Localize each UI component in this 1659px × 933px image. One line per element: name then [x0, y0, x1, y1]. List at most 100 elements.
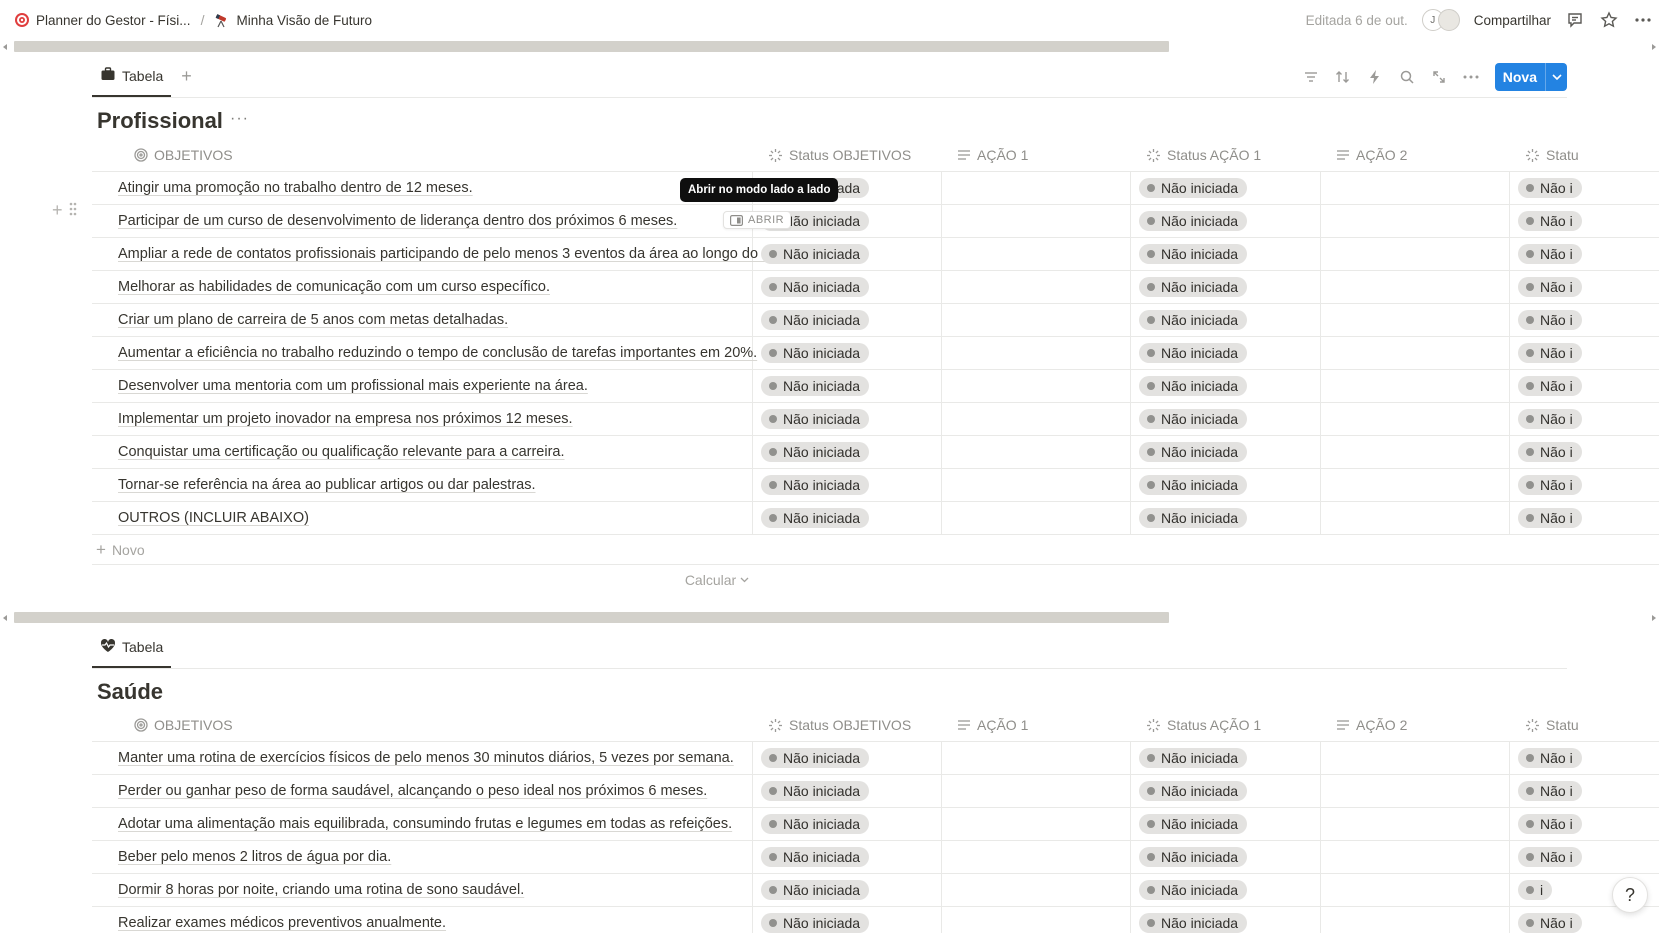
cell-status-acao2[interactable]: Não i	[1510, 907, 1582, 933]
scroll-right-arrow[interactable]	[1652, 615, 1656, 621]
lightning-icon[interactable]	[1367, 69, 1383, 85]
cell-status-acao1[interactable]: Não iniciada	[1131, 370, 1248, 402]
cell-status-acao1[interactable]: Não iniciada	[1131, 238, 1248, 270]
table-row[interactable]: Participar de um curso de desenvolviment…	[92, 205, 1659, 238]
cell-status-objetivos[interactable]: Não iniciada	[753, 370, 870, 402]
column-header-status-objetivos[interactable]: Status OBJETIVOS	[760, 708, 911, 742]
section-title[interactable]: Profissional	[97, 108, 223, 134]
column-header-status-acao2[interactable]: Statu	[1517, 138, 1579, 172]
table-row[interactable]: Tornar-se referência na área ao publicar…	[92, 469, 1659, 502]
horizontal-scrollbar[interactable]	[0, 611, 1659, 625]
table-row[interactable]: Beber pelo menos 2 litros de água por di…	[92, 841, 1659, 874]
scrollbar-thumb[interactable]	[14, 612, 1169, 623]
avatar-group[interactable]: J	[1421, 9, 1460, 31]
cell-status-objetivos[interactable]: Não iniciada	[753, 238, 870, 270]
cell-status-acao1[interactable]: Não iniciada	[1131, 874, 1248, 906]
cell-status-objetivos[interactable]: Não iniciada	[753, 469, 870, 501]
cell-objetivo[interactable]: Ampliar a rede de contatos profissionais…	[110, 238, 790, 270]
expand-icon[interactable]	[1431, 69, 1447, 85]
cell-objetivo[interactable]: Melhorar as habilidades de comunicação c…	[110, 271, 550, 303]
calculate-button[interactable]: Calcular	[92, 565, 1342, 595]
breadcrumb-item-planner[interactable]: Planner do Gestor - Físi...	[14, 12, 191, 28]
cell-status-acao1[interactable]: Não iniciada	[1131, 907, 1248, 933]
cell-objetivo[interactable]: Atingir uma promoção no trabalho dentro …	[110, 172, 473, 204]
section-title[interactable]: Saúde	[97, 679, 163, 705]
column-header-acao2[interactable]: AÇÃO 2	[1328, 138, 1407, 172]
scroll-right-arrow[interactable]	[1652, 44, 1656, 50]
comment-icon[interactable]	[1565, 10, 1585, 30]
table-row[interactable]: Ampliar a rede de contatos profissionais…	[92, 238, 1659, 271]
cell-status-acao1[interactable]: Não iniciada	[1131, 841, 1248, 873]
cell-objetivo[interactable]: Dormir 8 horas por noite, criando uma ro…	[110, 874, 524, 906]
cell-objetivo[interactable]: Manter uma rotina de exercícios físicos …	[110, 742, 734, 774]
table-row[interactable]: Atingir uma promoção no trabalho dentro …	[92, 172, 1659, 205]
cell-objetivo[interactable]: Tornar-se referência na área ao publicar…	[110, 469, 536, 501]
new-button[interactable]: Nova	[1494, 63, 1567, 91]
cell-status-acao1[interactable]: Não iniciada	[1131, 304, 1248, 336]
cell-objetivo[interactable]: Participar de um curso de desenvolviment…	[110, 205, 677, 237]
cell-status-objetivos[interactable]: Não iniciada	[753, 742, 870, 774]
column-header-status-acao1[interactable]: Status AÇÃO 1	[1138, 708, 1261, 742]
cell-status-acao2[interactable]: Não i	[1510, 172, 1582, 204]
sort-icon[interactable]	[1335, 69, 1351, 85]
column-header-acao1[interactable]: AÇÃO 1	[949, 138, 1028, 172]
cell-objetivo[interactable]: Perder ou ganhar peso de forma saudável,…	[110, 775, 707, 807]
cell-status-acao1[interactable]: Não iniciada	[1131, 502, 1248, 534]
table-row[interactable]: Aumentar a eficiência no trabalho reduzi…	[92, 337, 1659, 370]
breadcrumb-item-visao[interactable]: Minha Visão de Futuro	[214, 12, 372, 28]
cell-status-acao1[interactable]: Não iniciada	[1131, 271, 1248, 303]
cell-status-acao2[interactable]: Não i	[1510, 238, 1582, 270]
cell-status-acao2[interactable]: Não i	[1510, 469, 1582, 501]
column-header-acao1[interactable]: AÇÃO 1	[949, 708, 1028, 742]
cell-status-acao2[interactable]: Não i	[1510, 304, 1582, 336]
cell-status-objetivos[interactable]: Não iniciada	[753, 337, 870, 369]
table-row[interactable]: Manter uma rotina de exercícios físicos …	[92, 742, 1659, 775]
cell-objetivo[interactable]: Conquistar uma certificação ou qualifica…	[110, 436, 565, 468]
cell-status-acao1[interactable]: Não iniciada	[1131, 337, 1248, 369]
open-side-peek-button[interactable]: ABRIR	[723, 211, 792, 229]
scroll-left-arrow[interactable]	[3, 44, 7, 50]
share-button[interactable]: Compartilhar	[1474, 13, 1551, 28]
cell-status-acao2[interactable]: Não i	[1510, 205, 1582, 237]
table-row[interactable]: Implementar um projeto inovador na empre…	[92, 403, 1659, 436]
cell-status-acao2[interactable]: Não i	[1510, 436, 1582, 468]
star-icon[interactable]	[1599, 10, 1619, 30]
table-row[interactable]: Desenvolver uma mentoria com um profissi…	[92, 370, 1659, 403]
column-header-status-acao1[interactable]: Status AÇÃO 1	[1138, 138, 1261, 172]
more-icon[interactable]	[1463, 69, 1479, 85]
cell-objetivo[interactable]: Desenvolver uma mentoria com um profissi…	[110, 370, 588, 402]
add-row-button[interactable]: + Novo	[92, 535, 1659, 565]
filter-icon[interactable]	[1303, 69, 1319, 85]
column-header-acao2[interactable]: AÇÃO 2	[1328, 708, 1407, 742]
cell-status-acao1[interactable]: Não iniciada	[1131, 403, 1248, 435]
view-tab-tabela[interactable]: Tabela	[92, 56, 172, 97]
cell-status-objetivos[interactable]: Não iniciada	[753, 775, 870, 807]
cell-objetivo[interactable]: Beber pelo menos 2 litros de água por di…	[110, 841, 391, 873]
scrollbar-thumb[interactable]	[14, 41, 1169, 52]
cell-status-objetivos[interactable]: Não iniciada	[753, 808, 870, 840]
table-row[interactable]: Perder ou ganhar peso de forma saudável,…	[92, 775, 1659, 808]
table-row[interactable]: Dormir 8 horas por noite, criando uma ro…	[92, 874, 1659, 907]
cell-objetivo[interactable]: Aumentar a eficiência no trabalho reduzi…	[110, 337, 757, 369]
column-header-objetivos[interactable]: OBJETIVOS	[126, 708, 233, 742]
more-icon[interactable]	[1633, 10, 1653, 30]
cell-status-objetivos[interactable]: Não iniciada	[753, 304, 870, 336]
section-more-button[interactable]: ···	[230, 110, 249, 128]
cell-status-objetivos[interactable]: Não iniciada	[753, 436, 870, 468]
chevron-down-icon[interactable]	[1545, 63, 1567, 91]
help-button[interactable]: ?	[1612, 877, 1648, 913]
cell-status-objetivos[interactable]: Não iniciada	[753, 271, 870, 303]
cell-status-acao2[interactable]: Não i	[1510, 337, 1582, 369]
cell-status-acao1[interactable]: Não iniciada	[1131, 205, 1248, 237]
cell-status-acao2[interactable]: Não i	[1510, 403, 1582, 435]
cell-objetivo[interactable]: OUTROS (INCLUIR ABAIXO)	[110, 502, 309, 534]
cell-status-objetivos[interactable]: Não iniciada	[753, 841, 870, 873]
cell-status-acao1[interactable]: Não iniciada	[1131, 469, 1248, 501]
table-row[interactable]: Melhorar as habilidades de comunicação c…	[92, 271, 1659, 304]
cell-objetivo[interactable]: Realizar exames médicos preventivos anua…	[110, 907, 446, 933]
table-row[interactable]: OUTROS (INCLUIR ABAIXO) Não iniciada Não i…	[92, 502, 1659, 535]
table-row[interactable]: Criar um plano de carreira de 5 anos com…	[92, 304, 1659, 337]
cell-status-acao1[interactable]: Não iniciada	[1131, 436, 1248, 468]
scroll-left-arrow[interactable]	[3, 615, 7, 621]
column-header-status-acao2[interactable]: Statu	[1517, 708, 1579, 742]
